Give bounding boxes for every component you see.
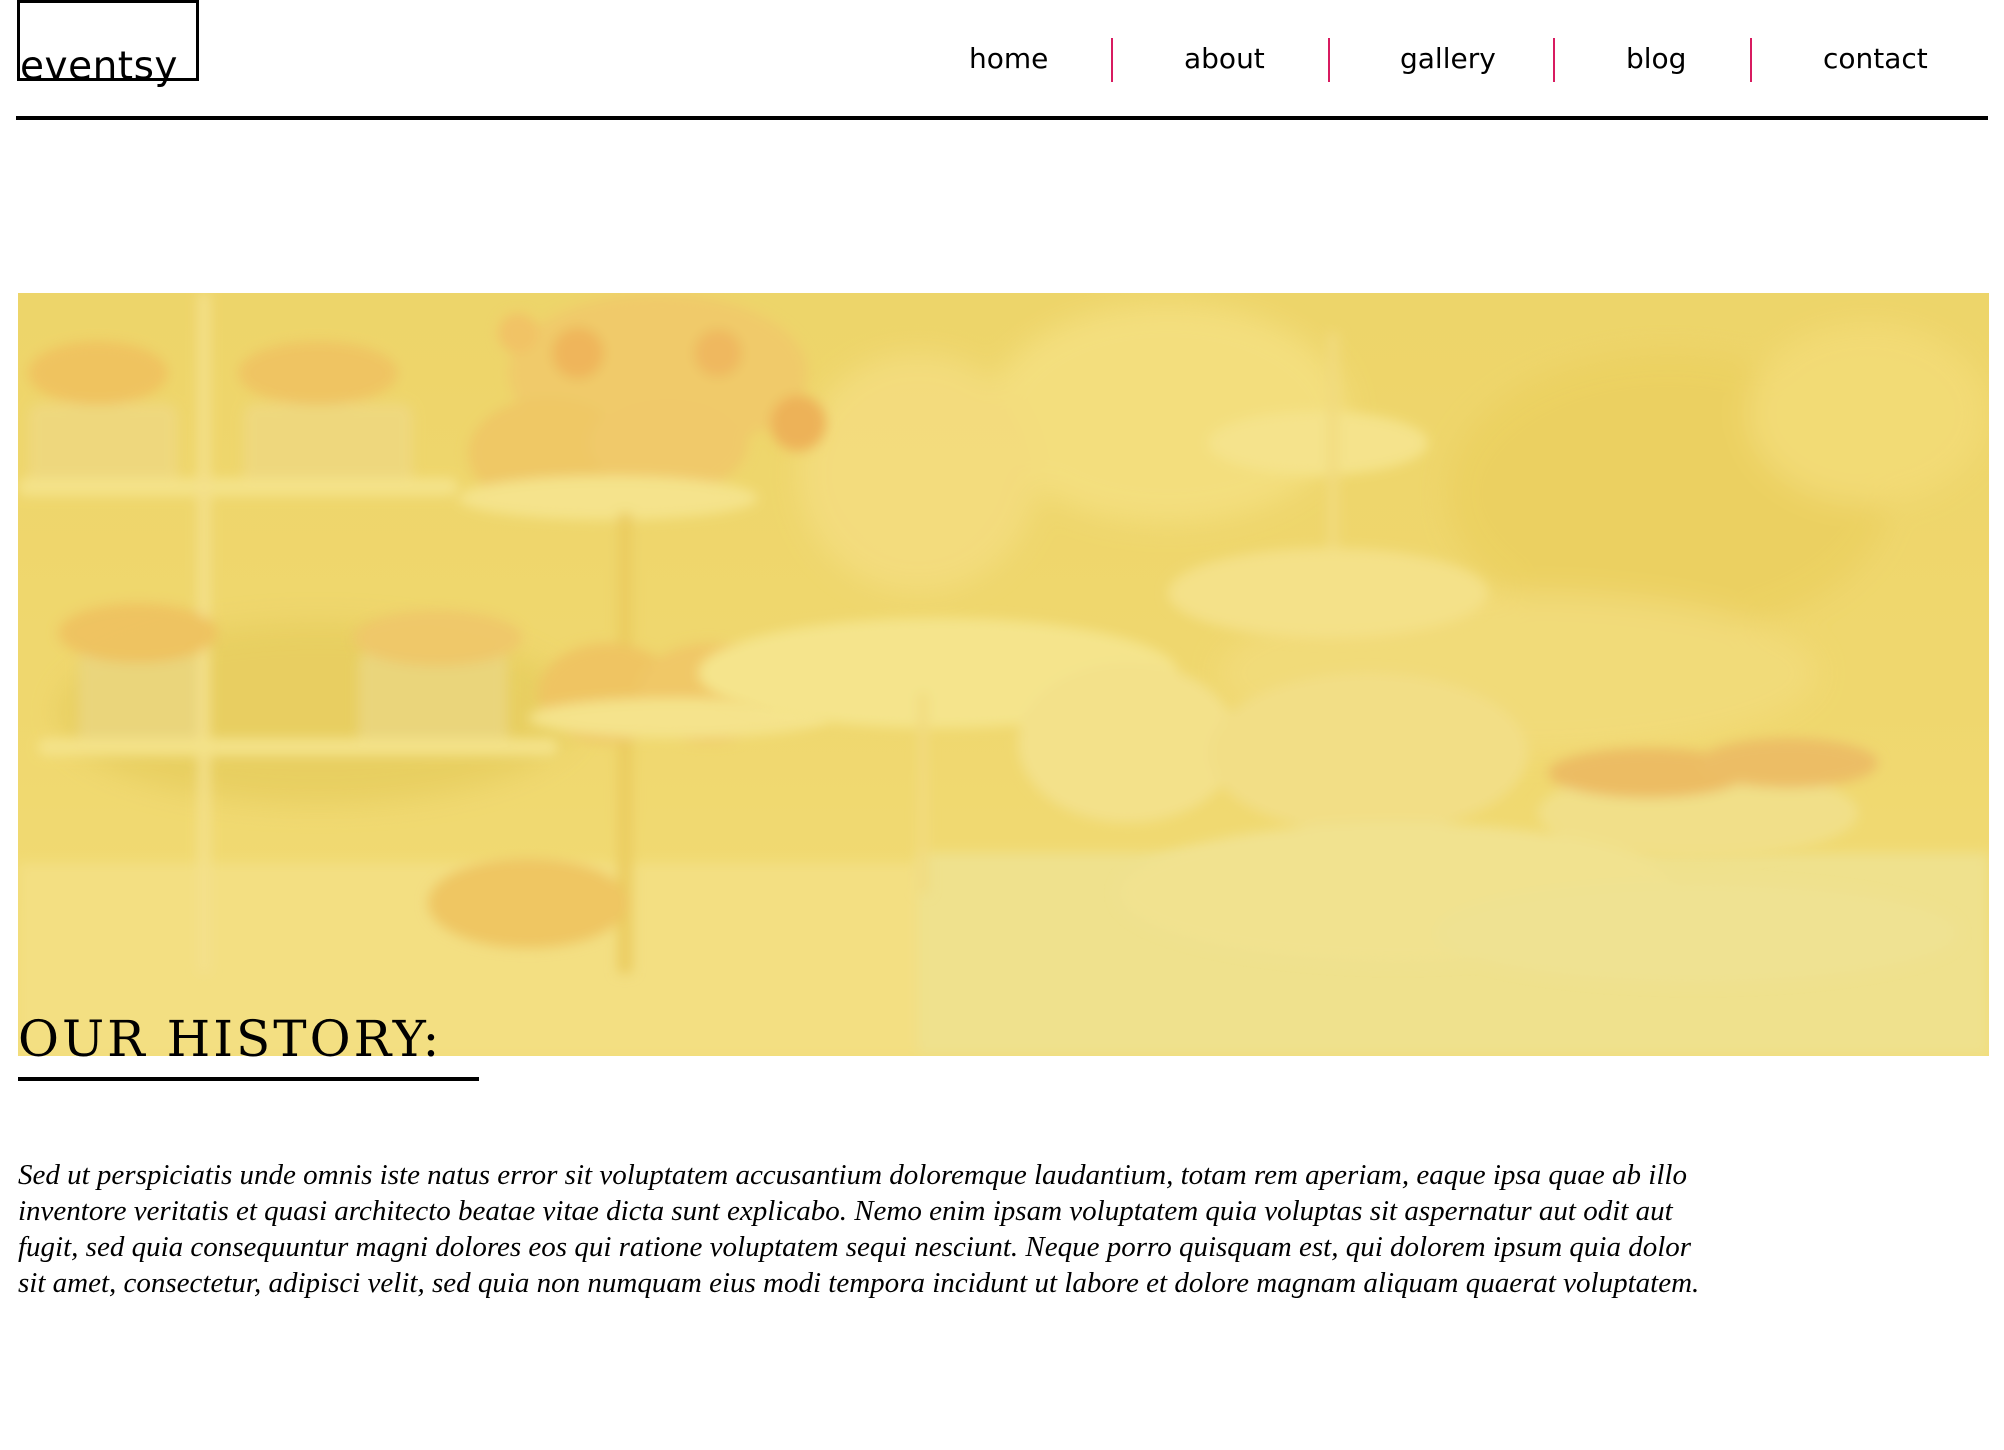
hero-image [18, 293, 1989, 1056]
nav-separator [1111, 38, 1113, 82]
history-heading-underline [18, 1077, 479, 1081]
logo-link[interactable]: eventsy [17, 0, 199, 86]
nav-item-gallery[interactable]: gallery [1400, 35, 1496, 83]
nav-item-contact[interactable]: contact [1823, 35, 1928, 83]
nav-separator [1328, 38, 1330, 82]
nav-separator [1553, 38, 1555, 82]
nav-separator [1750, 38, 1752, 82]
nav-item-about[interactable]: about [1184, 35, 1265, 83]
nav-item-blog[interactable]: blog [1626, 35, 1686, 83]
history-paragraph: Sed ut perspiciatis unde omnis iste natu… [18, 1159, 1700, 1299]
logo-text: eventsy [20, 44, 178, 89]
header-divider [16, 116, 1988, 120]
nav-item-home[interactable]: home [969, 35, 1048, 83]
history-heading: OUR HISTORY: [18, 1010, 443, 1068]
hero-photo-illustration [18, 293, 1989, 1056]
